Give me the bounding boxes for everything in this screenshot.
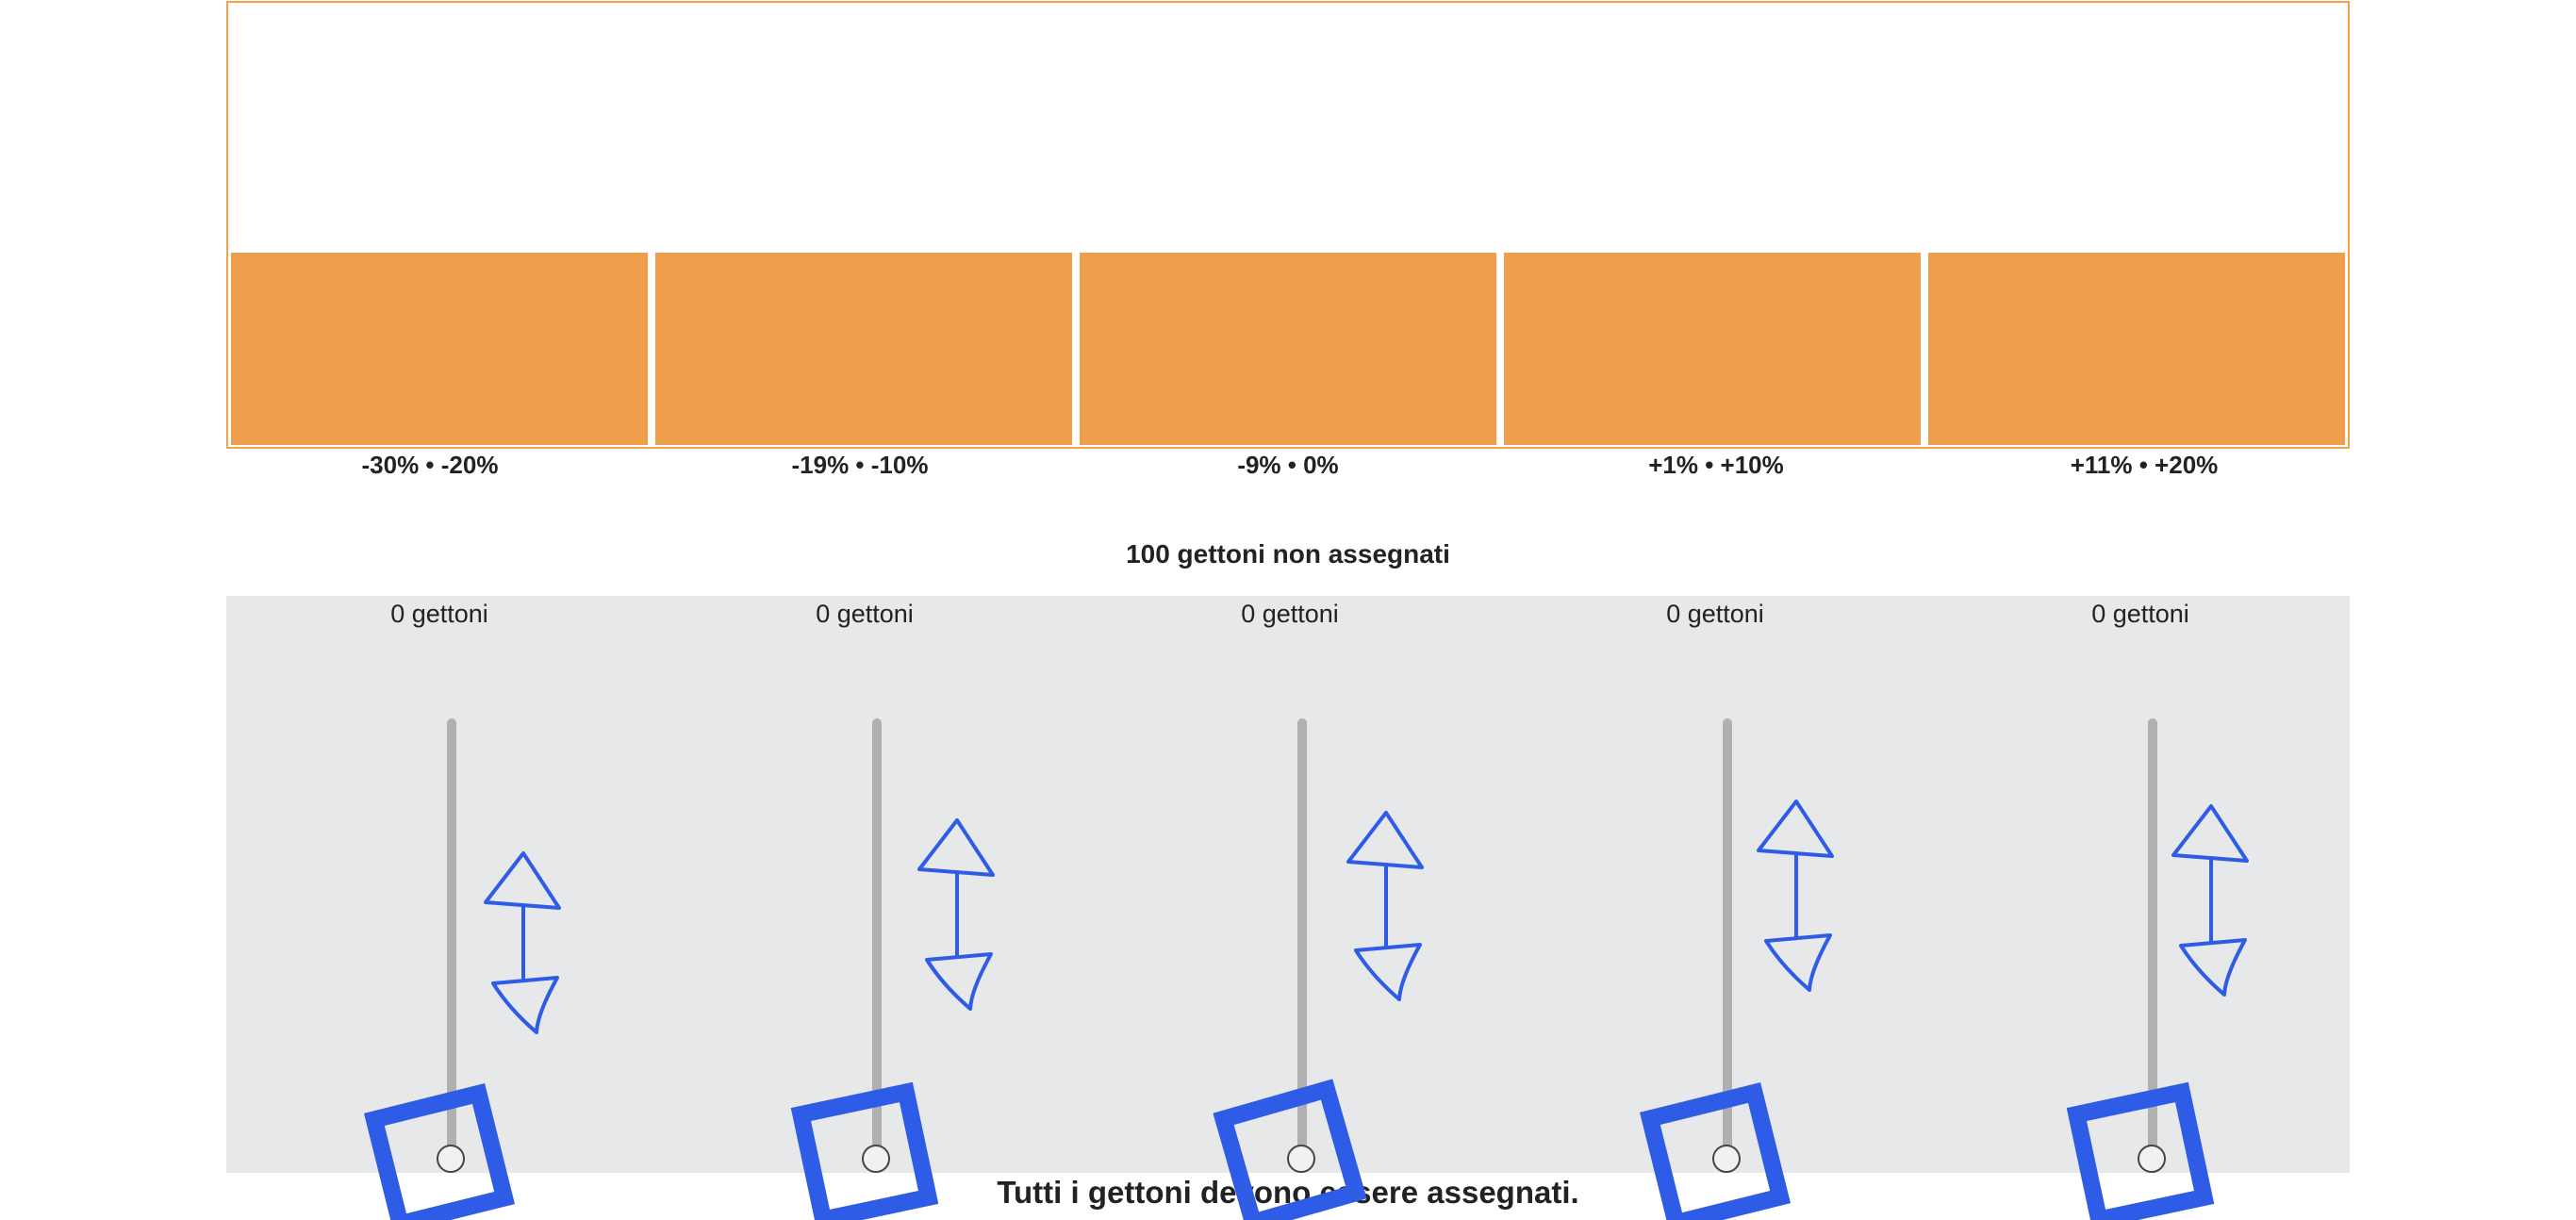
bin-label: +1% • +10% [1648, 451, 1784, 479]
slider-count-label: 0 gettoni [390, 600, 488, 628]
histogram-bar [1928, 253, 2345, 445]
slider-track[interactable] [2148, 718, 2157, 1171]
bin-label: -30% • -20% [361, 451, 499, 479]
bin-label: -19% • -10% [791, 451, 929, 479]
histogram-bar [655, 253, 1072, 445]
slider-track[interactable] [1297, 718, 1307, 1171]
validation-message: Tutti i gettoni devono essere assegnati. [997, 1175, 1579, 1210]
slider-thumb[interactable] [862, 1145, 890, 1173]
slider-count-label: 0 gettoni [1666, 600, 1764, 628]
slider-count-label: 0 gettoni [2091, 600, 2189, 628]
histogram-frame [226, 1, 2350, 449]
page: -30% • -20% -19% • -10% -9% • 0% +1% • +… [0, 0, 2576, 1220]
histogram-bar [1504, 253, 1921, 445]
unassigned-tokens-label: 100 gettoni non assegnati [1126, 539, 1450, 569]
histogram-bars [231, 253, 2345, 445]
slider-thumb[interactable] [1712, 1145, 1741, 1173]
slider-thumb[interactable] [437, 1145, 465, 1173]
bin-label: -9% • 0% [1237, 451, 1339, 479]
token-slider-5: 0 gettoni [1999, 596, 2282, 1173]
slider-count-label: 0 gettoni [1241, 600, 1339, 628]
histogram-bar [231, 253, 648, 445]
slider-count-label: 0 gettoni [816, 600, 914, 628]
slider-thumb[interactable] [1287, 1145, 1315, 1173]
slider-track[interactable] [872, 718, 882, 1171]
token-slider-4: 0 gettoni [1574, 596, 1857, 1173]
bin-label: +11% • +20% [2070, 451, 2219, 479]
slider-track[interactable] [1723, 718, 1732, 1171]
token-slider-1: 0 gettoni [298, 596, 581, 1173]
token-slider-2: 0 gettoni [723, 596, 1006, 1173]
token-slider-3: 0 gettoni [1148, 596, 1431, 1173]
slider-thumb[interactable] [2138, 1145, 2166, 1173]
slider-panel: 0 gettoni 0 gettoni 0 gettoni 0 gettoni … [226, 596, 2350, 1173]
histogram-bar [1080, 253, 1496, 445]
slider-track[interactable] [447, 718, 456, 1171]
